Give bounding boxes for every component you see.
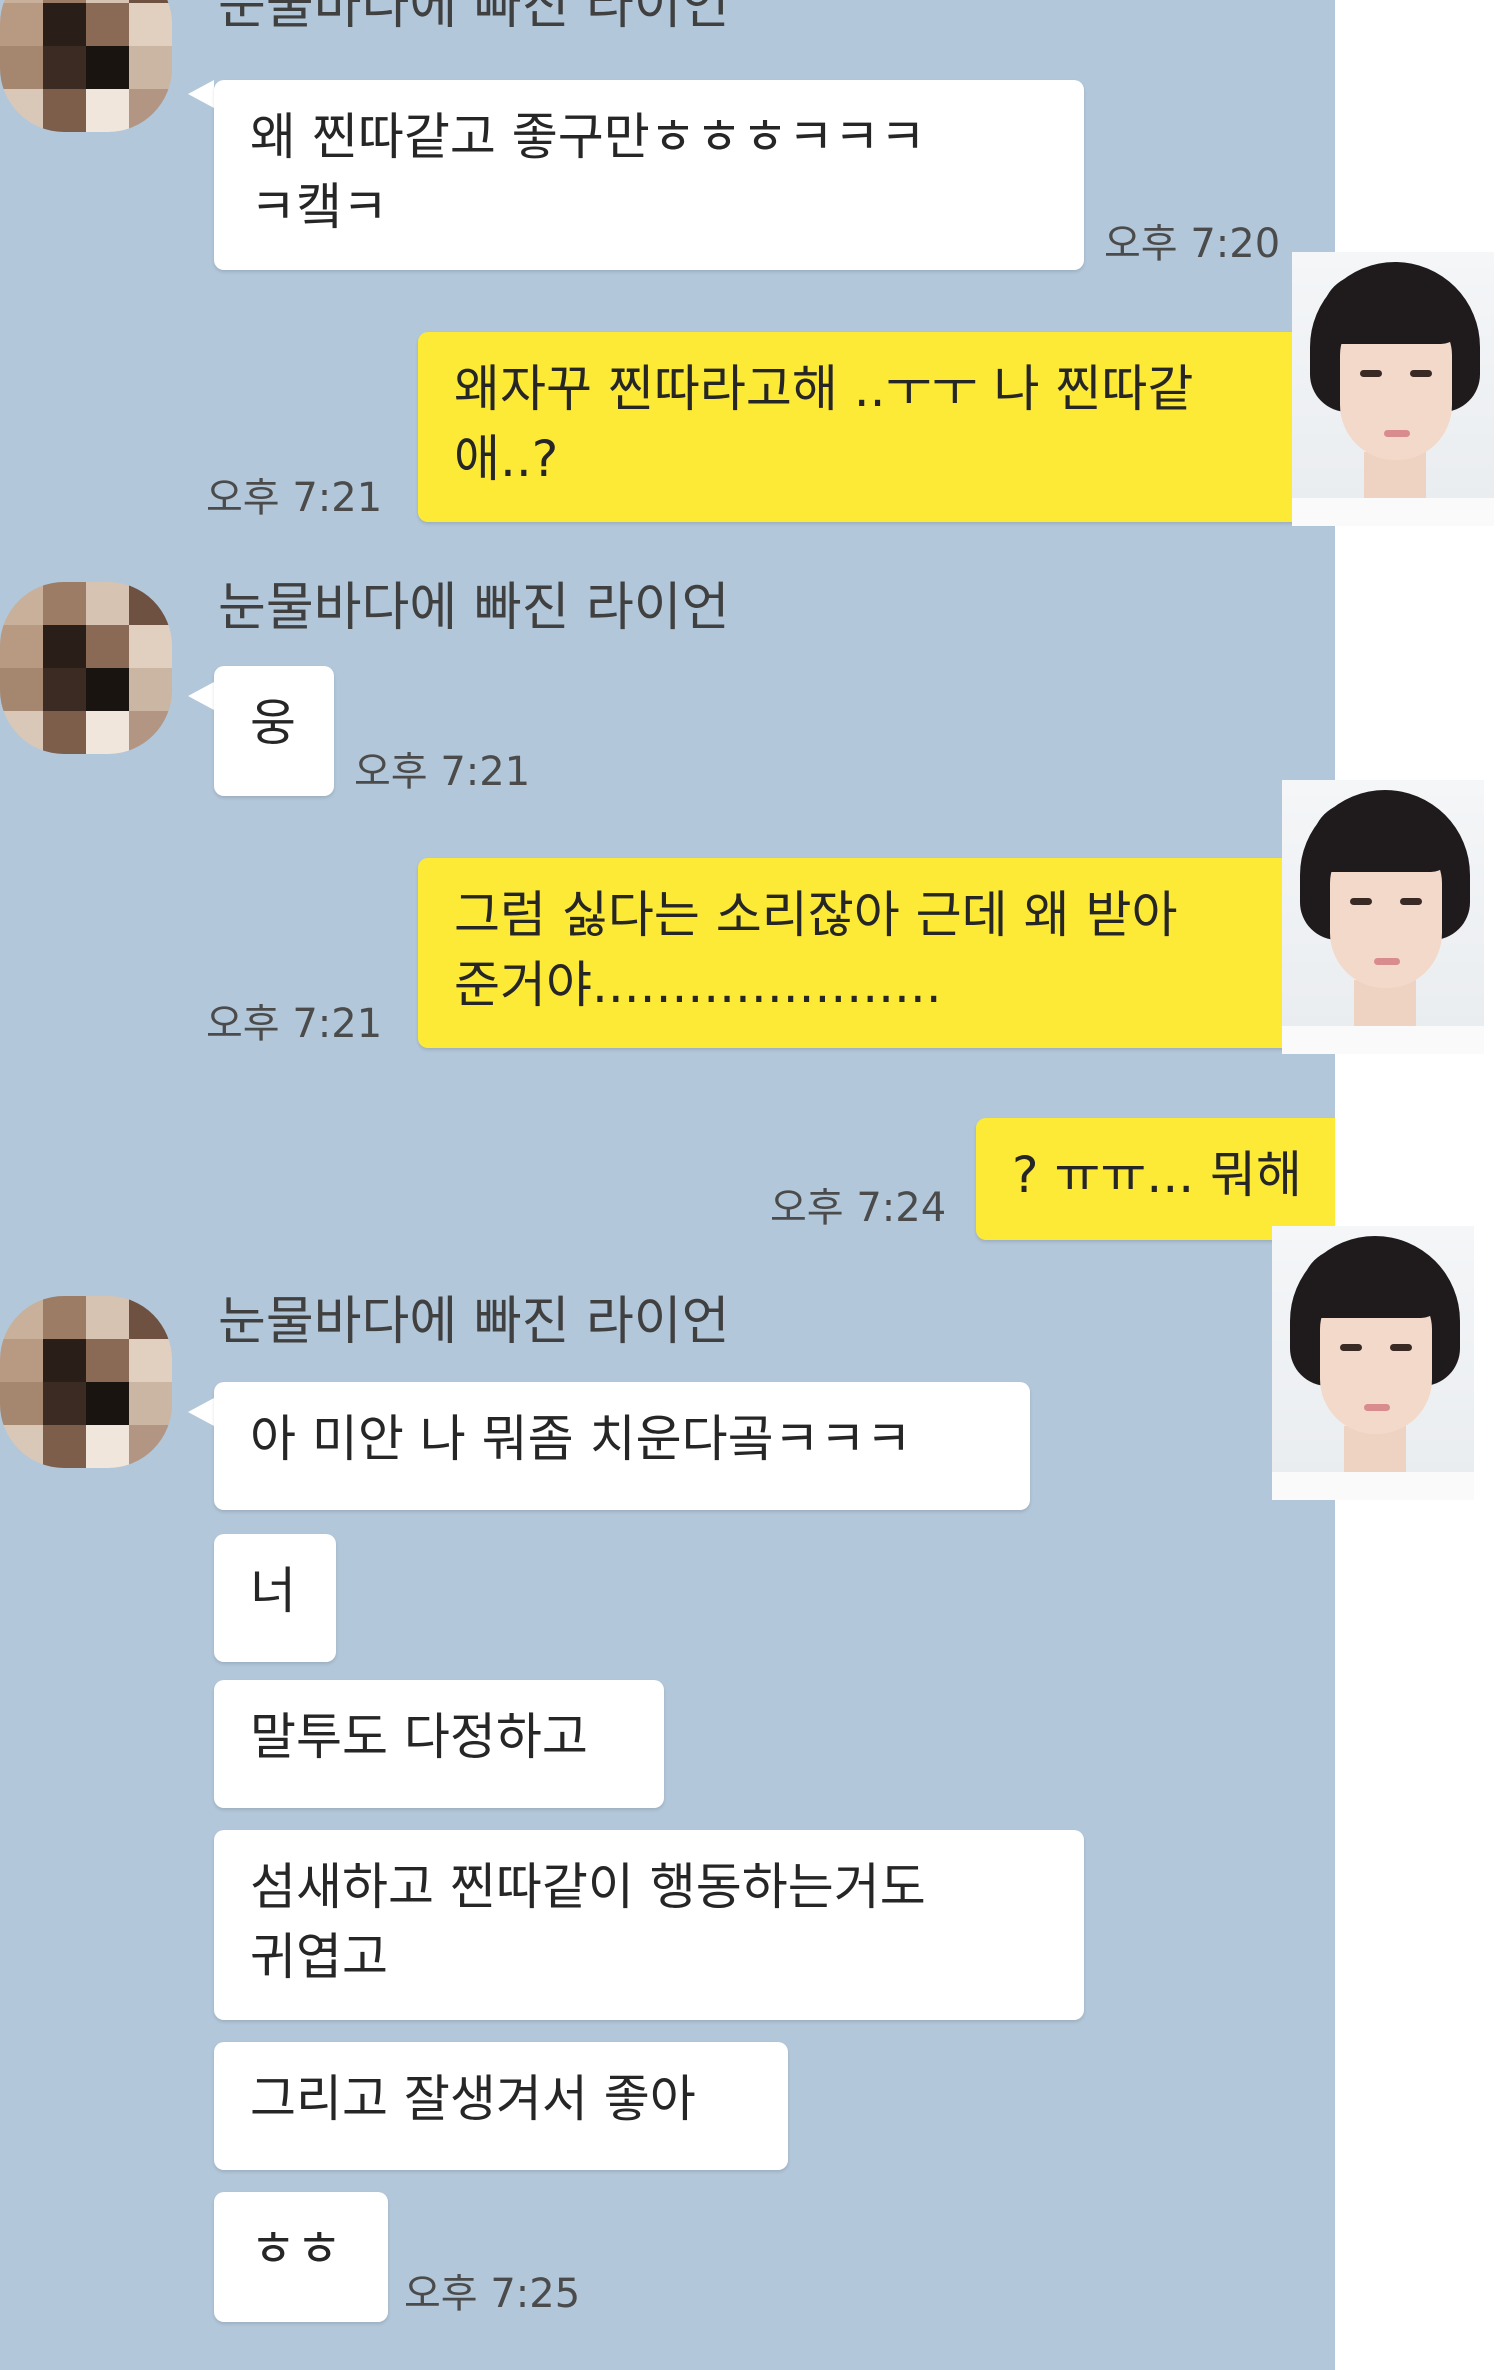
sender-avatar[interactable] — [0, 582, 172, 754]
message-bubble-me[interactable]: ? ㅠㅠ... 뭐해 — [976, 1118, 1335, 1240]
message-time: 오후 7:25 — [404, 2271, 581, 2317]
message-bubble[interactable]: 말투도 다정하고 — [214, 1680, 664, 1808]
sender-name: 눈물바다에 빠진 라이언 — [218, 0, 730, 36]
message-bubble[interactable]: 웅 — [214, 666, 334, 796]
message-bubble[interactable]: ㅎㅎ — [214, 2192, 388, 2322]
message-bubble-me[interactable]: 왜자꾸 찐따라고해 ..ㅜㅜ 나 찐따같 애..? — [418, 332, 1335, 522]
bubble-tail — [188, 682, 214, 710]
message-bubble[interactable]: 섬새하고 찐따같이 행동하는거도 귀엽고 — [214, 1830, 1084, 2020]
sender-name: 눈물바다에 빠진 라이언 — [218, 1292, 730, 1352]
message-bubble-me[interactable]: 그럼 싫다는 소리잖아 근데 왜 받아 준거야.................… — [418, 858, 1335, 1048]
portrait-photo — [1282, 780, 1484, 1054]
portrait-photo — [1272, 1226, 1474, 1500]
message-bubble[interactable]: 그리고 잘생겨서 좋아 — [214, 2042, 788, 2170]
bubble-tail — [188, 1398, 214, 1426]
message-time: 오후 7:21 — [206, 1001, 383, 1047]
message-bubble[interactable]: 너 — [214, 1534, 336, 1662]
message-bubble[interactable]: 아 미안 나 뭐좀 치운다곸ㅋㅋㅋ — [214, 1382, 1030, 1510]
message-time: 오후 7:20 — [1104, 221, 1281, 267]
bubble-tail — [188, 80, 214, 108]
message-time: 오후 7:21 — [206, 475, 383, 521]
message-time: 오후 7:21 — [354, 749, 531, 795]
message-bubble[interactable]: 왜 찐따같고 좋구만ㅎㅎㅎㅋㅋㅋ ㅋ캨ㅋ — [214, 80, 1084, 270]
message-time: 오후 7:24 — [770, 1185, 947, 1231]
portrait-photo — [1292, 252, 1494, 526]
sender-name: 눈물바다에 빠진 라이언 — [218, 578, 730, 638]
chat-area: 눈물바다에 빠진 라이언 왜 찐따같고 좋구만ㅎㅎㅎㅋㅋㅋ ㅋ캨ㅋ 오후 7:2… — [0, 0, 1335, 2370]
sender-avatar[interactable] — [0, 0, 172, 132]
sender-avatar[interactable] — [0, 1296, 172, 1468]
